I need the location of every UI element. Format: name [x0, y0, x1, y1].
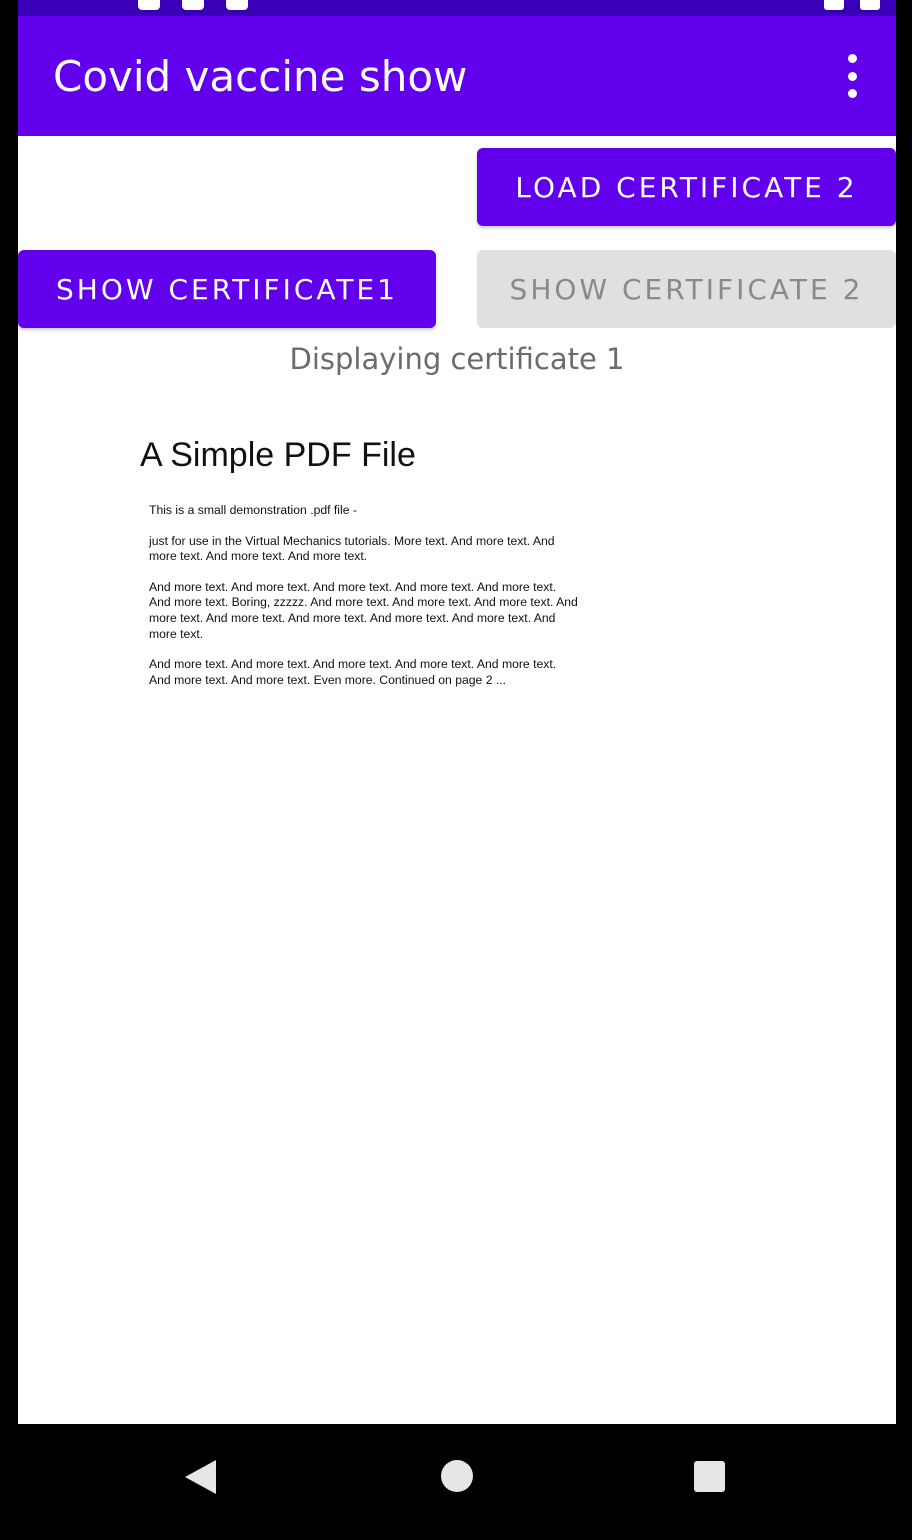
display-status-text: Displaying certificate 1 [289, 342, 625, 376]
pdf-viewer[interactable]: A Simple PDF File This is a small demons… [140, 436, 580, 716]
notification-icon [182, 0, 204, 10]
show-certificate-1-button[interactable]: SHOW CERTIFICATE1 [18, 250, 436, 328]
app-bar: Covid vaccine show [18, 16, 896, 136]
device-frame: Covid vaccine show LOAD CERTIFICATE 2 SH… [0, 0, 912, 1540]
menu-dot [847, 54, 857, 63]
battery-icon [860, 0, 880, 10]
notification-icon [226, 0, 248, 10]
pdf-paragraph: And more text. And more text. And more t… [149, 657, 557, 687]
back-icon[interactable] [185, 1460, 216, 1494]
recents-icon[interactable] [694, 1461, 725, 1492]
signal-icon [824, 0, 844, 10]
menu-dot [847, 71, 857, 81]
status-bar [18, 0, 896, 16]
pdf-title: A Simple PDF File [140, 436, 416, 474]
pdf-paragraph: just for use in the Virtual Mechanics tu… [149, 533, 555, 564]
pdf-paragraph: And more text. And more text. And more t… [149, 579, 578, 641]
load-certificate-2-button[interactable]: LOAD CERTIFICATE 2 [477, 148, 896, 226]
notification-icon [138, 0, 160, 10]
app-title: Covid vaccine show [53, 52, 468, 101]
status-notification-icons [138, 0, 248, 10]
home-icon[interactable] [441, 1460, 473, 1492]
pdf-paragraph: This is a small demonstration .pdf file … [149, 503, 357, 517]
main-content: LOAD CERTIFICATE 2 SHOW CERTIFICATE1 SHO… [18, 136, 896, 1424]
navigation-bar [0, 1424, 912, 1540]
more-vert-icon[interactable] [832, 54, 872, 98]
status-system-icons [824, 0, 880, 10]
menu-dot [847, 89, 857, 98]
show-certificate-2-button[interactable]: SHOW CERTIFICATE 2 [477, 250, 896, 328]
